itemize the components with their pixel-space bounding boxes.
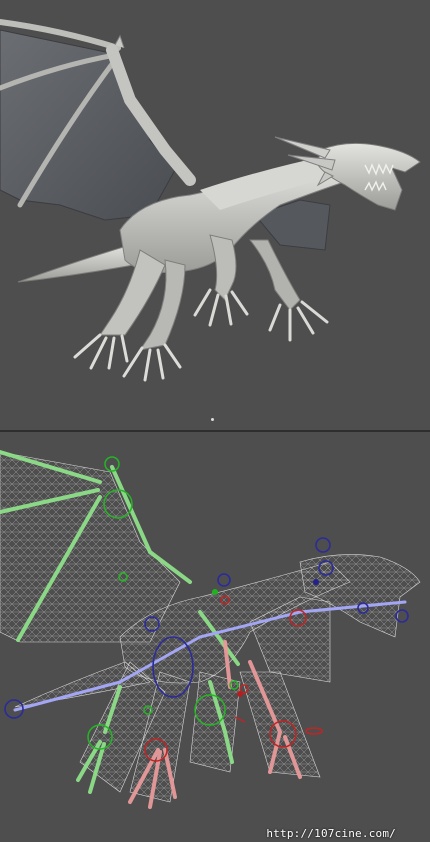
horn-1 <box>274 136 331 159</box>
dragon-shaded-model[interactable] <box>0 0 430 430</box>
head <box>317 142 421 211</box>
hind-claws-far <box>122 343 182 382</box>
front-claws-far <box>268 300 329 342</box>
front-leg-near <box>209 234 237 301</box>
hind-claws-near <box>73 333 129 370</box>
center-marker <box>211 418 214 421</box>
viewport-shaded[interactable] <box>0 0 430 430</box>
dragon-rig-wireframe[interactable] <box>0 432 430 842</box>
front-leg-far <box>248 239 301 311</box>
watermark-text: http://107cine.com/ <box>266 827 396 840</box>
viewport-wireframe-rig[interactable]: http://107cine.com/ <box>0 432 430 842</box>
